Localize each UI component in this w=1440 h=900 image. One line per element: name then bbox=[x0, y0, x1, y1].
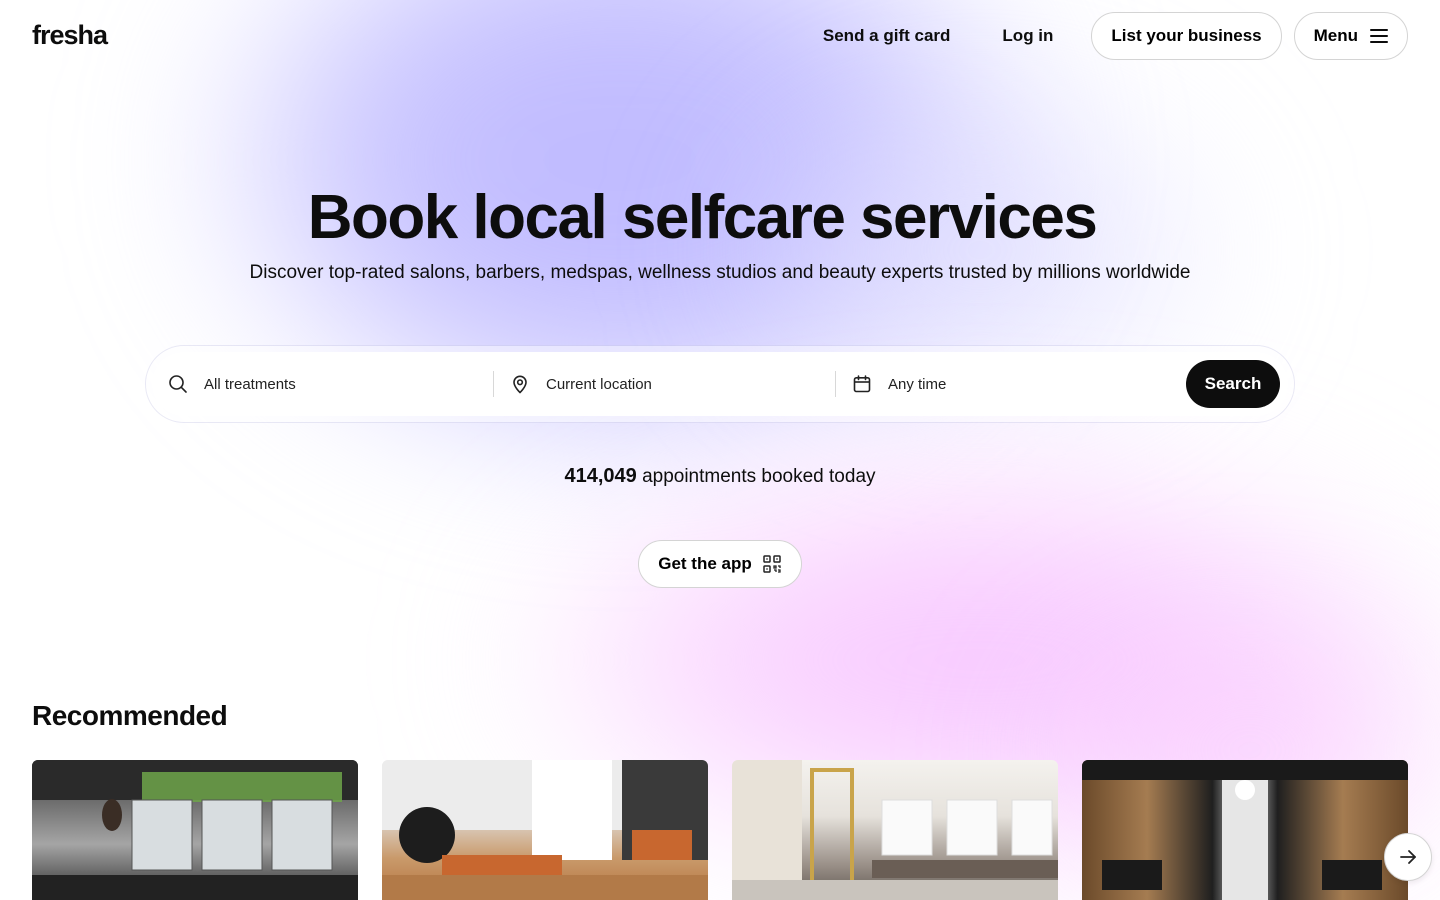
location-value: Current location bbox=[546, 375, 652, 393]
carousel-next-button[interactable] bbox=[1384, 833, 1432, 881]
treatments-field[interactable]: All treatments bbox=[152, 352, 493, 416]
hero-subtitle: Discover top-rated salons, barbers, meds… bbox=[249, 262, 1191, 283]
list-your-business-button[interactable]: List your business bbox=[1091, 12, 1282, 60]
venue-card-image[interactable] bbox=[32, 760, 358, 900]
location-field[interactable]: Current location bbox=[494, 352, 835, 416]
send-gift-card-link[interactable]: Send a gift card bbox=[797, 14, 977, 58]
menu-label: Menu bbox=[1313, 26, 1358, 45]
recommended-title: Recommended bbox=[32, 700, 228, 731]
qr-code-icon bbox=[762, 554, 782, 574]
hero-title: Book local selfcare services bbox=[307, 183, 1098, 252]
search-container: All treatments Current location Any time… bbox=[146, 346, 1294, 422]
appointments-label: appointments booked today bbox=[642, 466, 876, 487]
venue-card-image[interactable] bbox=[732, 760, 1058, 900]
top-nav: Send a gift card Log in List your busine… bbox=[797, 12, 1408, 60]
appointments-count: 414,049 bbox=[564, 465, 637, 487]
hamburger-icon bbox=[1370, 25, 1388, 47]
time-field[interactable]: Any time bbox=[836, 352, 1176, 416]
calendar-icon bbox=[852, 374, 872, 394]
venue-card-image[interactable] bbox=[1082, 760, 1408, 900]
time-value: Any time bbox=[888, 375, 947, 393]
recommended-carousel bbox=[32, 760, 1408, 900]
fresha-logo[interactable]: fresha bbox=[32, 20, 108, 51]
menu-button[interactable]: Menu bbox=[1293, 12, 1408, 60]
venue-card-image[interactable] bbox=[382, 760, 708, 900]
arrow-right-icon bbox=[1398, 847, 1418, 867]
search-bar: All treatments Current location Any time… bbox=[152, 352, 1288, 416]
treatments-value: All treatments bbox=[204, 375, 296, 393]
list-your-business-label: List your business bbox=[1111, 26, 1262, 45]
appointments-stat: 414,049 appointments booked today bbox=[0, 465, 1440, 488]
location-pin-icon bbox=[510, 374, 530, 394]
log-in-link[interactable]: Log in bbox=[976, 14, 1079, 58]
get-the-app-button[interactable]: Get the app bbox=[638, 540, 802, 588]
get-the-app-label: Get the app bbox=[658, 554, 752, 573]
search-icon bbox=[168, 374, 188, 394]
search-button[interactable]: Search bbox=[1186, 360, 1280, 408]
